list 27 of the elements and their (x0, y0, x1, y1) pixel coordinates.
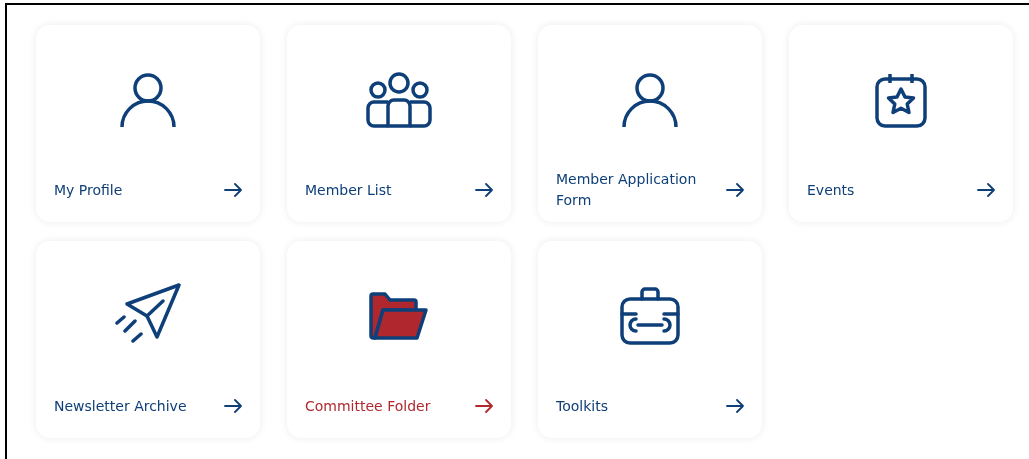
arrow-icon (475, 399, 493, 413)
tile-label: Member List (305, 180, 392, 200)
folder-icon (369, 291, 429, 340)
arrow-icon (726, 183, 744, 197)
person-icon (622, 71, 678, 128)
tile-card[interactable]: Events (789, 25, 1013, 222)
tile-label: Toolkits (556, 396, 608, 416)
tile-card[interactable]: Toolkits (538, 241, 762, 438)
tile-card[interactable]: Member List (287, 25, 511, 222)
tile-label: Committee Folder (305, 396, 431, 416)
tile-card[interactable]: Member Application Form (538, 25, 762, 222)
tile-label: Newsletter Archive (54, 396, 187, 416)
tile-label: My Profile (54, 180, 123, 200)
calendar-star-icon (875, 71, 927, 128)
toolbox-icon (620, 286, 680, 345)
tile-card[interactable]: My Profile (36, 25, 260, 222)
tile-card[interactable]: Committee Folder (287, 241, 511, 438)
tile-label: Member Application Form (556, 170, 698, 210)
arrow-icon (224, 183, 242, 197)
group-icon (366, 71, 432, 128)
person-icon (120, 71, 176, 128)
tile-card[interactable]: Newsletter Archive (36, 241, 260, 438)
arrow-icon (977, 183, 995, 197)
tile-label: Events (807, 180, 855, 200)
arrow-icon (475, 183, 493, 197)
arrow-icon (224, 399, 242, 413)
arrow-icon (726, 399, 744, 413)
